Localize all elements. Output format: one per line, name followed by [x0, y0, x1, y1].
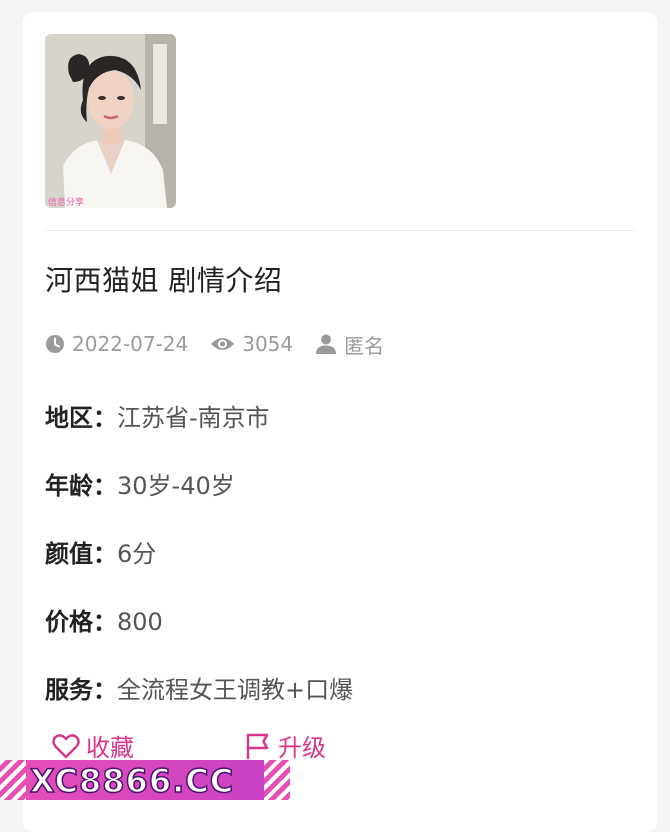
- photo-watermark: 信息分享: [48, 196, 84, 208]
- meta-views: 3054: [210, 332, 293, 356]
- meta-date: 2022-07-24: [45, 332, 188, 356]
- field-label: 颜值：: [45, 540, 117, 568]
- post-card: 信息分享 河西猫姐 剧情介绍 2022-07-24 3054 匿名 地区：江苏省…: [23, 12, 657, 832]
- meta-author: 匿名: [315, 330, 384, 359]
- field-label: 年龄：: [45, 472, 117, 500]
- field-label: 价格：: [45, 608, 117, 636]
- upgrade-button[interactable]: 升级: [244, 728, 326, 763]
- favorite-button[interactable]: 收藏: [52, 728, 134, 763]
- clock-icon: [46, 335, 64, 353]
- field-value: 全流程女王调教+口爆: [117, 676, 354, 704]
- field-looks: 颜值：6分: [45, 534, 156, 569]
- profile-photo-image: 信息分享: [45, 34, 176, 208]
- post-date: 2022-07-24: [72, 332, 189, 356]
- flag-icon: [246, 733, 269, 759]
- field-value: 30岁-40岁: [117, 472, 235, 500]
- upgrade-label: 升级: [278, 734, 326, 762]
- page-title: 河西猫姐 剧情介绍: [45, 264, 283, 297]
- field-region: 地区：江苏省-南京市: [45, 398, 270, 433]
- banner-stripes-left: [0, 760, 26, 800]
- profile-photo[interactable]: 信息分享: [45, 34, 176, 208]
- banner-stripes-right: [264, 760, 290, 800]
- post-meta: 2022-07-24 3054 匿名: [45, 330, 406, 358]
- post-author: 匿名: [344, 333, 385, 358]
- user-icon: [316, 334, 337, 354]
- view-count: 3054: [242, 332, 294, 356]
- field-price: 价格：800: [45, 602, 163, 637]
- divider: [45, 230, 635, 231]
- field-value: 800: [117, 608, 163, 636]
- watermark-text: XC8866.CC: [29, 761, 235, 800]
- field-value: 6分: [117, 540, 157, 568]
- field-value: 江苏省-南京市: [117, 404, 270, 432]
- favorite-label: 收藏: [86, 734, 134, 762]
- watermark-banner: XC8866.CC: [0, 760, 290, 800]
- field-service: 服务：全流程女王调教+口爆: [45, 670, 353, 705]
- heart-icon: [52, 733, 80, 758]
- field-label: 服务：: [45, 676, 117, 704]
- field-label: 地区：: [45, 404, 117, 432]
- eye-icon: [211, 338, 235, 350]
- field-age: 年龄：30岁-40岁: [45, 466, 235, 501]
